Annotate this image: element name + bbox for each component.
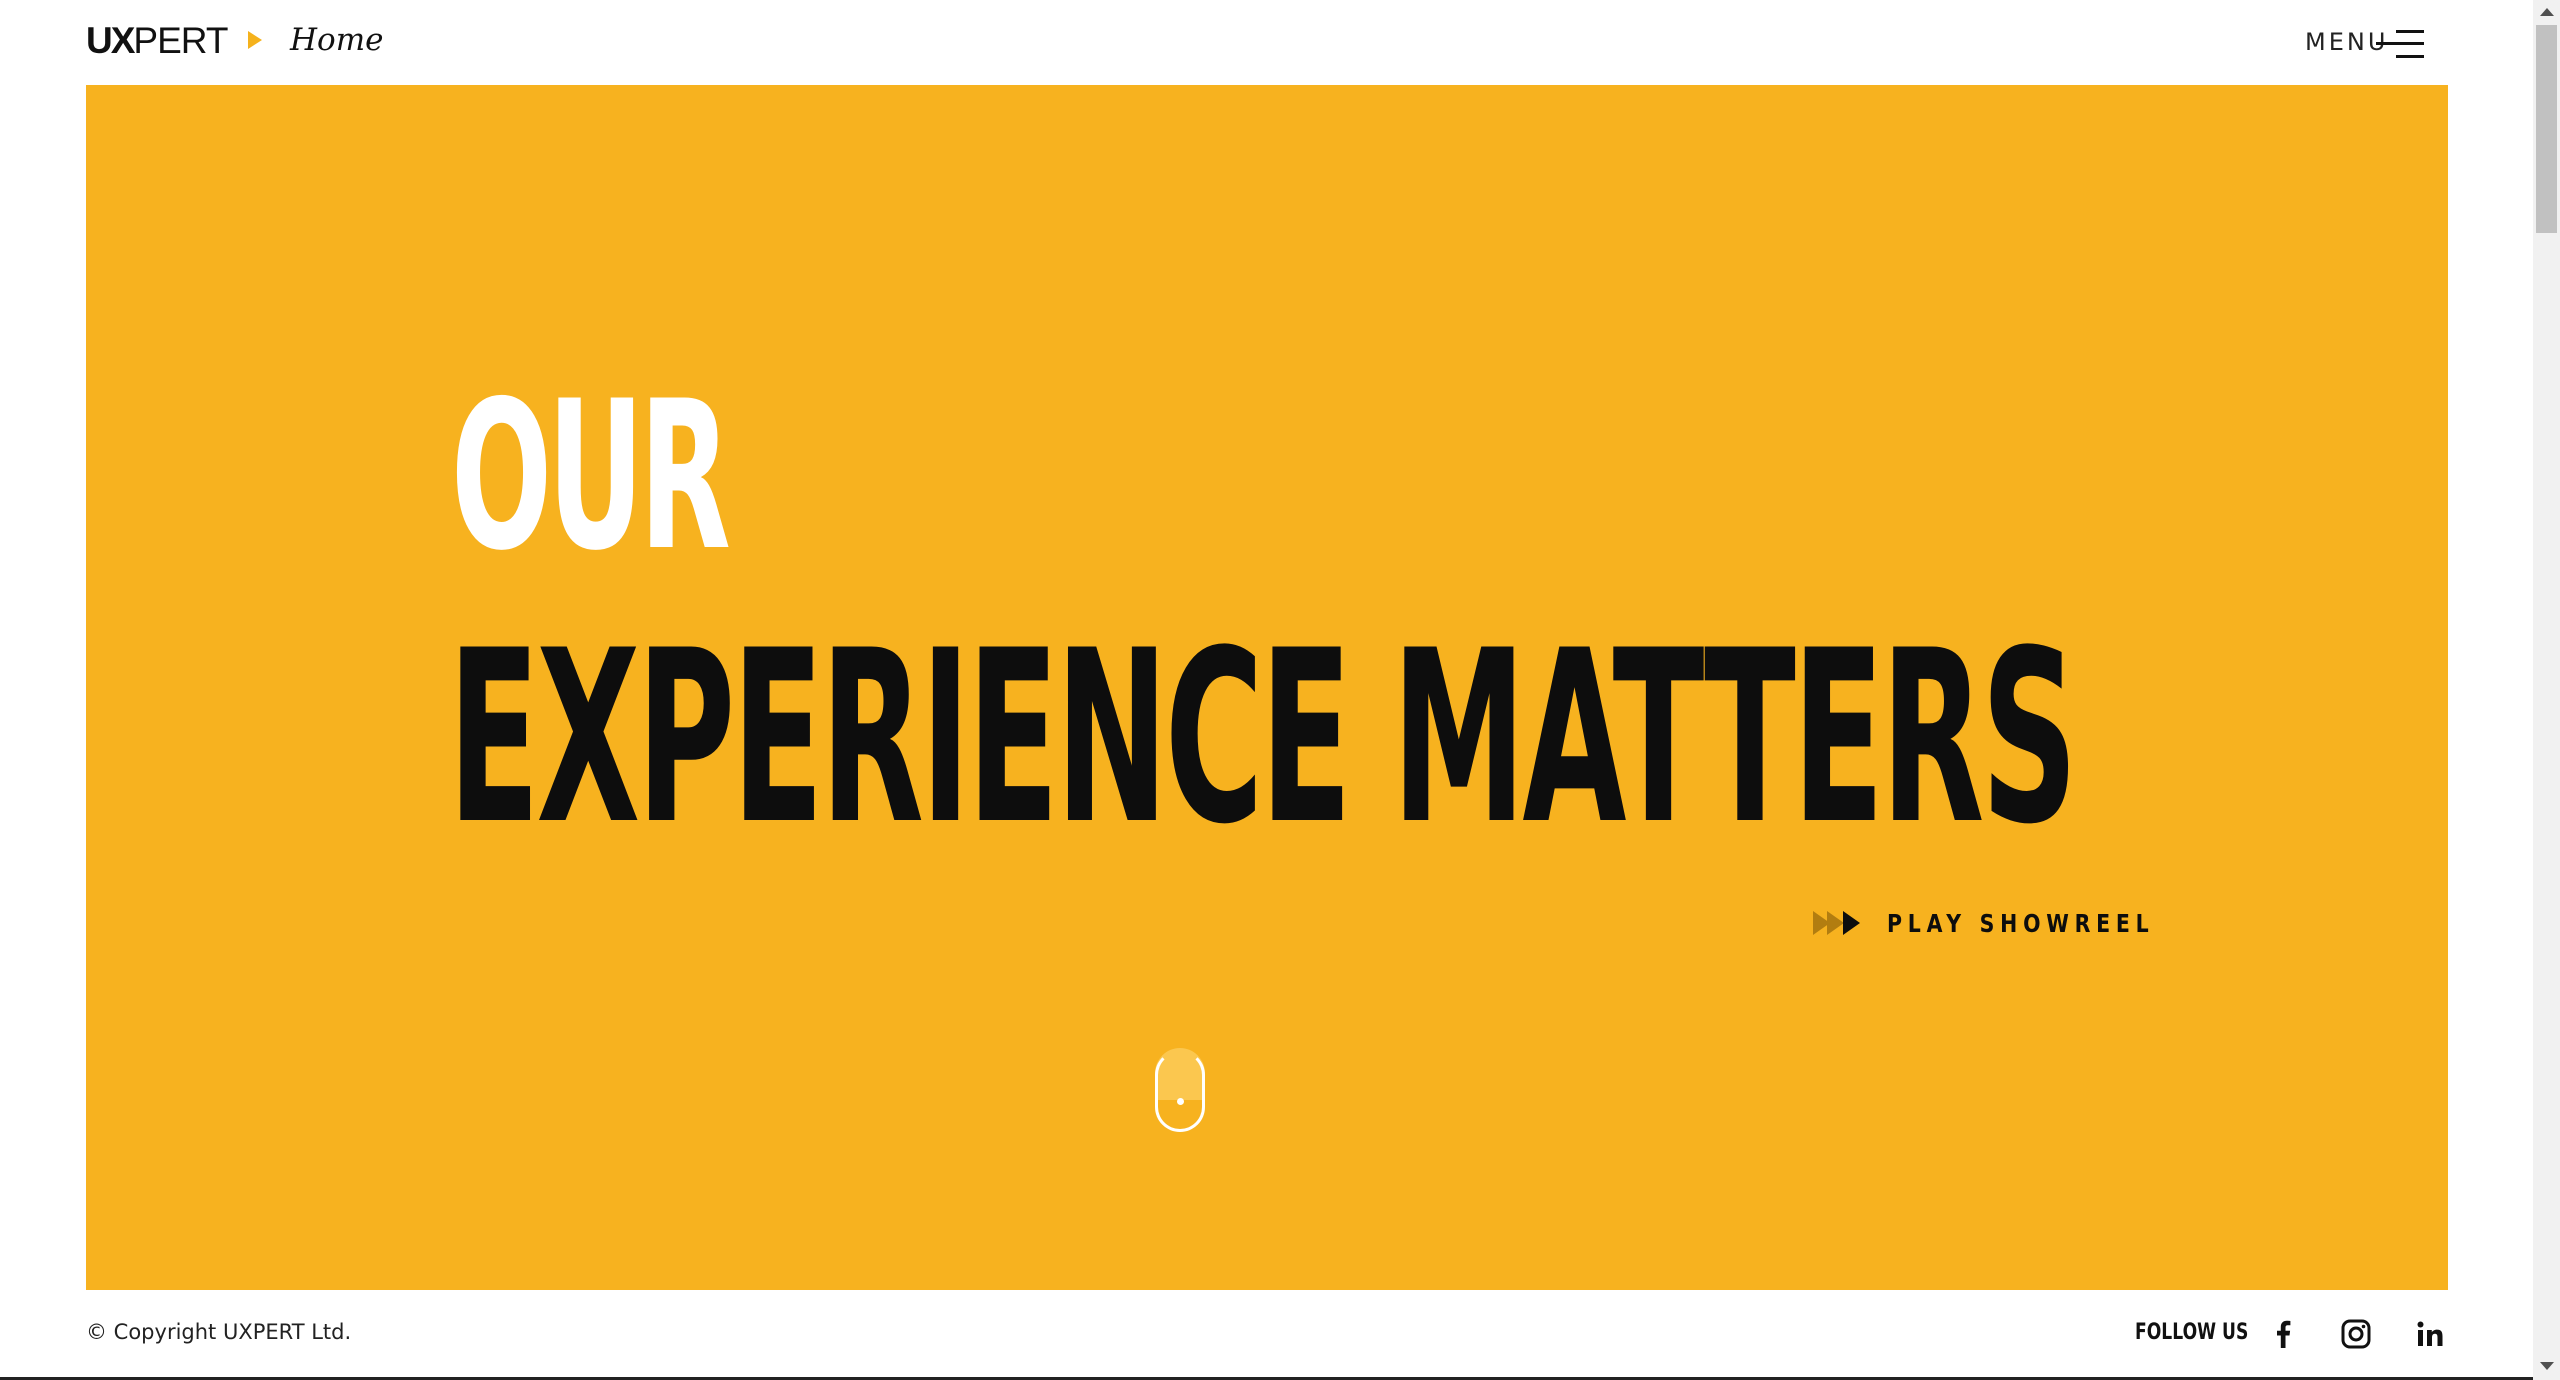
scroll-down-mouse-icon[interactable] xyxy=(1155,1050,1205,1132)
follow-us-label: FOLLOW US xyxy=(2135,1320,2249,1345)
linkedin-icon[interactable] xyxy=(2412,1316,2448,1352)
breadcrumb-current-page: Home xyxy=(290,22,384,58)
facebook-icon[interactable] xyxy=(2265,1316,2301,1352)
hero-headline-line2: EXPERIENCE MATTERS xyxy=(448,600,2078,877)
breadcrumb-arrow-icon xyxy=(248,31,262,49)
hamburger-menu-icon[interactable] xyxy=(2376,26,2424,62)
scroll-up-arrow-icon[interactable] xyxy=(2540,8,2554,16)
hero-banner: OUR EXPERIENCE MATTERS PLAY SHOWREEL xyxy=(86,85,2448,1290)
uxpert-logo[interactable]: UXPERT xyxy=(86,20,228,62)
logo-bold-part: UX xyxy=(86,20,135,61)
page: UXPERT Home MENU OUR EXPERIENCE MATTERS … xyxy=(0,0,2560,1380)
site-header: UXPERT Home MENU xyxy=(0,0,2533,85)
vertical-scrollbar[interactable] xyxy=(2533,0,2560,1380)
scroll-down-arrow-icon[interactable] xyxy=(2540,1362,2554,1370)
instagram-icon[interactable] xyxy=(2338,1316,2374,1352)
fast-forward-icon xyxy=(1813,910,1865,936)
play-showreel-label: PLAY SHOWREEL xyxy=(1887,908,2155,938)
play-showreel-button[interactable]: PLAY SHOWREEL xyxy=(1813,903,2213,943)
hero-headline-line1: OUR xyxy=(451,358,731,596)
logo-light-part: PERT xyxy=(133,20,228,61)
scroll-indicator-dot xyxy=(1177,1098,1184,1105)
copyright-text: © Copyright UXPERT Ltd. xyxy=(86,1320,352,1344)
scrollbar-thumb[interactable] xyxy=(2536,25,2557,233)
